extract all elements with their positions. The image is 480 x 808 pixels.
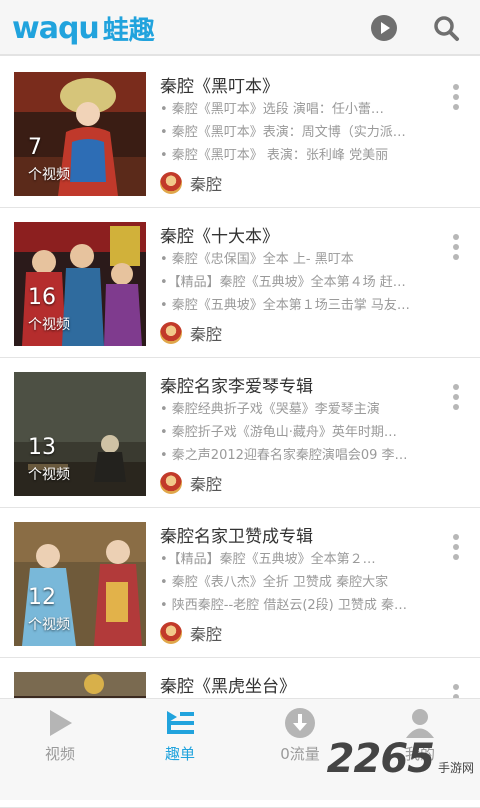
playlist-icon	[167, 711, 194, 734]
playlist-title[interactable]: 秦腔名家卫赞成专辑	[160, 522, 430, 547]
tab-label: 视频	[44, 745, 75, 763]
tab-label: 趣单	[164, 745, 195, 763]
app-logo: waqu 蛙趣	[12, 8, 155, 48]
user-icon	[406, 709, 434, 738]
playlist-thumbnail[interactable]: 16 个视频	[14, 222, 146, 346]
author-name: 秦腔	[190, 475, 223, 494]
video-count: 13	[28, 435, 56, 460]
watermark-text: 手游网	[437, 761, 474, 775]
playlist-line: • 秦腔《五典坡》全本第１场三击掌 马友…	[160, 298, 410, 313]
playlist-line: • 秦腔《黑叮本》选段 演唱：任小蕾…	[160, 102, 384, 117]
search-icon[interactable]	[432, 14, 460, 42]
playlist-item[interactable]: 7 个视频 秦腔《黑叮本》 • 秦腔《黑叮本》选段 演唱：任小蕾… • 秦腔《黑…	[0, 58, 480, 208]
tab-playlists[interactable]: 趣单	[120, 699, 240, 799]
video-count-unit: 个视频	[28, 317, 70, 333]
video-count: 7	[28, 135, 42, 160]
playlist-list: 7 个视频 秦腔《黑叮本》 • 秦腔《黑叮本》选段 演唱：任小蕾… • 秦腔《黑…	[0, 58, 480, 808]
playlist-title[interactable]: 秦腔《十大本》	[160, 222, 430, 247]
playlist-title[interactable]: 秦腔《黑叮本》	[160, 72, 430, 97]
more-options-icon[interactable]	[452, 534, 460, 560]
play-triangle-icon	[50, 710, 72, 736]
playlist-item[interactable]: 12 个视频 秦腔名家卫赞成专辑 •【精品】秦腔《五典坡》全本第２… • 秦腔《…	[0, 508, 480, 658]
playlist-line: • 秦腔《黑叮本》 表演：张利峰 党美丽	[160, 148, 389, 163]
playlist-line: • 秦之声2012迎春名家秦腔演唱会09 李…	[160, 448, 408, 463]
play-icon[interactable]	[370, 14, 398, 42]
playlist-thumbnail[interactable]: 7 个视频	[14, 72, 146, 196]
video-count-unit: 个视频	[28, 467, 70, 483]
avatar	[160, 322, 182, 344]
video-count: 16	[28, 285, 56, 310]
author[interactable]: 秦腔	[160, 472, 222, 494]
avatar	[160, 472, 182, 494]
avatar	[160, 172, 182, 194]
more-options-icon[interactable]	[452, 84, 460, 110]
playlist-line: • 秦腔经典折子戏《哭墓》李爱琴主演	[160, 402, 380, 417]
playlist-line: •【精品】秦腔《五典坡》全本第２…	[160, 552, 376, 567]
playlist-line: • 秦腔《忠保国》全本 上- 黑叮本	[160, 252, 354, 267]
playlist-line: • 秦腔折子戏《游龟山·藏舟》英年时期…	[160, 425, 397, 440]
top-bar: waqu 蛙趣	[0, 0, 480, 56]
author[interactable]: 秦腔	[160, 172, 222, 194]
author[interactable]: 秦腔	[160, 622, 222, 644]
author-name: 秦腔	[190, 175, 223, 194]
video-count: 12	[28, 585, 56, 610]
playlist-thumbnail[interactable]: 13 个视频	[14, 372, 146, 496]
playlist-item[interactable]: 16 个视频 秦腔《十大本》 • 秦腔《忠保国》全本 上- 黑叮本 •【精品】秦…	[0, 208, 480, 358]
watermark-number: 2265	[326, 736, 435, 782]
more-options-icon[interactable]	[452, 234, 460, 260]
download-icon	[285, 708, 315, 738]
bottom-tab-bar: 视频 趣单 0流量 我的 2265 手游网	[0, 698, 480, 800]
site-watermark: 2265 手游网	[327, 736, 474, 782]
playlist-title[interactable]: 秦腔《黑虎坐台》	[160, 672, 430, 697]
author[interactable]: 秦腔	[160, 322, 222, 344]
author-name: 秦腔	[190, 625, 223, 644]
playlist-line: • 陕西秦腔--老腔 借赵云(2段) 卫赞成 秦…	[160, 598, 407, 613]
playlist-line: • 秦腔《黑叮本》表演：周文博（实力派…	[160, 125, 406, 140]
logo-latin: waqu	[12, 10, 100, 46]
playlist-line: • 秦腔《表八杰》全折 卫赞成 秦腔大家	[160, 575, 389, 590]
playlist-item[interactable]: 13 个视频 秦腔名家李爱琴专辑 • 秦腔经典折子戏《哭墓》李爱琴主演 • 秦腔…	[0, 358, 480, 508]
author-name: 秦腔	[190, 325, 223, 344]
video-count-unit: 个视频	[28, 167, 70, 183]
tab-video[interactable]: 视频	[0, 699, 120, 799]
avatar	[160, 622, 182, 644]
logo-chinese: 蛙趣	[102, 15, 155, 46]
playlist-title[interactable]: 秦腔名家李爱琴专辑	[160, 372, 430, 397]
playlist-line: •【精品】秦腔《五典坡》全本第４场 赶…	[160, 275, 406, 290]
video-count-unit: 个视频	[28, 617, 70, 633]
playlist-thumbnail[interactable]: 12 个视频	[14, 522, 146, 646]
more-options-icon[interactable]	[452, 384, 460, 410]
